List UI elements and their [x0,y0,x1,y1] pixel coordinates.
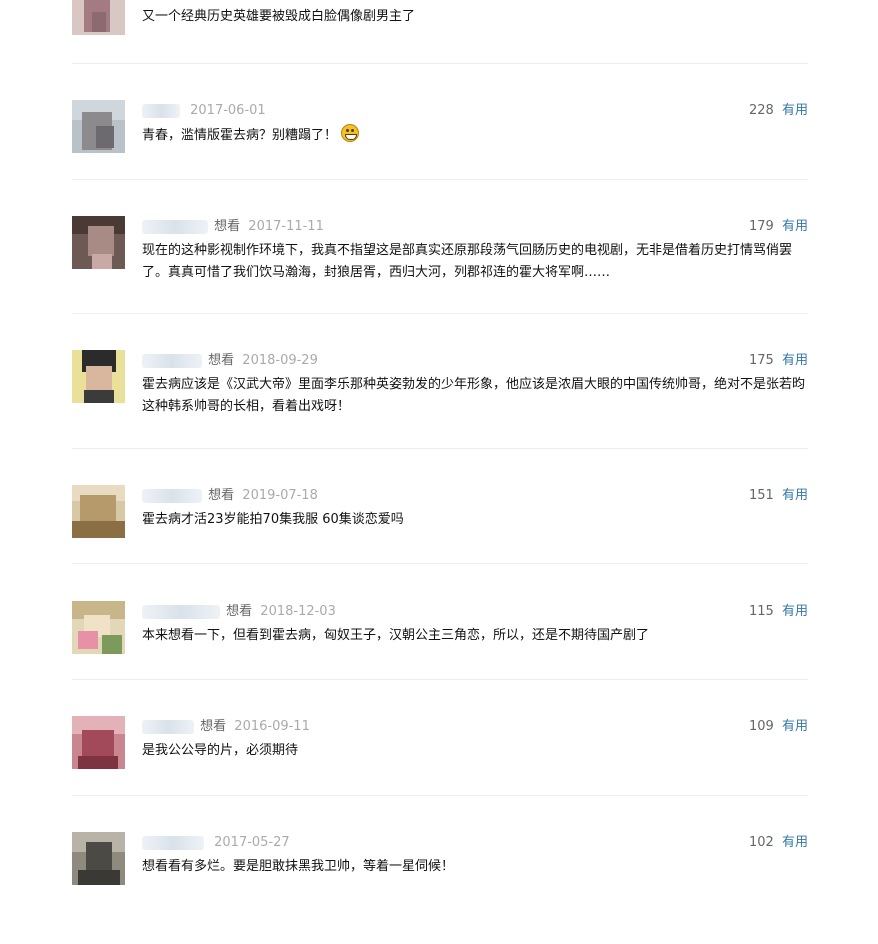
comment-date: 2016-09-11 [234,719,310,734]
comment-item: 2017-06-01 228 有用 青春，滥情版霍去病？别糟蹋了！ [72,100,808,212]
useful-button[interactable]: 有用 [782,488,808,503]
vote-count: 109 [749,719,774,734]
vote-area: 109 有用 [749,718,808,736]
user-avatar[interactable] [72,216,125,269]
comment-text: 是我公公导的片，必须期待 [142,743,299,758]
vote-count: 102 [749,835,774,850]
comment-meta: 想看 2019-07-18 [142,487,318,505]
rating-status: 想看 [208,353,235,368]
useful-button[interactable]: 有用 [782,219,808,234]
divider [72,313,808,314]
divider [72,795,808,796]
vote-area: 102 有用 [749,834,808,852]
comment-item: 想看 2019-07-18 151 有用 霍去病才活23岁能拍70集我服 60集… [72,485,808,597]
comment-item: 想看 2016-09-11 109 有用 是我公公导的片，必须期待 [72,716,808,828]
comment-date: 2019-07-18 [242,488,318,503]
comment-text: 现在的这种影视制作环境下，我真不指望这是部真实还原那段荡气回肠历史的电视剧，无非… [142,243,793,280]
user-avatar[interactable] [72,601,125,654]
useful-button[interactable]: 有用 [782,353,808,368]
vote-count: 179 [749,219,774,234]
comment-date: 2018-12-03 [260,604,336,619]
comment-meta: 想看 2018-09-29 [142,352,318,370]
comment-item: 想看 2018-09-29 175 有用 霍去病应该是《汉武大帝》里面李乐那种英… [72,350,808,462]
comment-meta: 2017-05-27 [142,834,290,852]
useful-button[interactable]: 有用 [782,835,808,850]
comment-text: 霍去病应该是《汉武大帝》里面李乐那种英姿勃发的少年形象，他应该是浓眉大眼的中国传… [142,377,806,414]
divider [72,679,808,680]
vote-area: 175 有用 [749,352,808,370]
useful-button[interactable]: 有用 [782,604,808,619]
username[interactable] [142,219,208,234]
user-avatar[interactable] [72,100,125,153]
comment-text: 想看看有多烂。要是胆敢抹黑我卫帅，等着一星伺候！ [142,859,455,874]
comment-item: 2017-05-27 102 有用 想看看有多烂。要是胆敢抹黑我卫帅，等着一星伺… [72,832,808,944]
username[interactable] [142,353,202,368]
username[interactable] [142,835,204,850]
comment-text: 霍去病才活23岁能拍70集我服 60集谈恋爱吗 [142,512,404,527]
comment-meta: 2017-06-01 [142,102,266,120]
comment-list: 想看 2018-10-20 101 有用 又一个经典历史英雄要被毁成白脸偶像剧男… [0,0,878,900]
comment-item: 想看 2017-11-11 179 有用 现在的这种影视制作环境下，我真不指望这… [72,216,808,328]
comment-meta: 想看 2017-11-11 [142,218,324,236]
comment-meta: 想看 2018-10-20 [142,0,342,2]
divider [72,448,808,449]
rating-status: 想看 [226,604,253,619]
vote-area: 179 有用 [749,218,808,236]
rating-status: 想看 [200,719,227,734]
comment-date: 2017-11-11 [248,219,324,234]
comment-meta: 想看 2018-12-03 [142,603,336,621]
comment-text: 本来想看一下，但看到霍去病，匈奴王子，汉朝公主三角恋，所以，还是不期待国产剧了 [142,628,650,643]
grin-emoji-icon [341,124,360,142]
comment-date: 2018-09-29 [242,353,318,368]
vote-area: 228 有用 [749,102,808,120]
comment-text: 又一个经典历史英雄要被毁成白脸偶像剧男主了 [142,9,416,24]
rating-status: 想看 [208,488,235,503]
vote-area: 115 有用 [749,603,808,621]
divider [72,563,808,564]
user-avatar[interactable] [72,716,125,769]
comment-item: 想看 2018-10-20 101 有用 又一个经典历史英雄要被毁成白脸偶像剧男… [72,0,808,94]
vote-count: 228 [749,103,774,118]
user-avatar[interactable] [72,0,125,35]
username[interactable] [142,719,194,734]
useful-button[interactable]: 有用 [782,103,808,118]
comment-meta: 想看 2016-09-11 [142,718,310,736]
comment-date: 2017-06-01 [190,103,266,118]
vote-count: 175 [749,353,774,368]
vote-area: 151 有用 [749,487,808,505]
user-avatar[interactable] [72,832,125,885]
divider [72,179,808,180]
comment-text: 青春，滥情版霍去病？别糟蹋了！ [142,124,808,147]
username[interactable] [142,103,180,118]
vote-area: 101 有用 [749,0,808,2]
comment-item: 想看 2018-12-03 115 有用 本来想看一下，但看到霍去病，匈奴王子，… [72,601,808,713]
vote-count: 151 [749,488,774,503]
divider [72,63,808,64]
username[interactable] [142,488,202,503]
useful-button[interactable]: 有用 [782,719,808,734]
comment-date: 2017-05-27 [214,835,290,850]
rating-status: 想看 [214,219,241,234]
comment-text-content: 青春，滥情版霍去病？别糟蹋了！ [142,128,338,143]
username[interactable] [142,604,220,619]
user-avatar[interactable] [72,350,125,403]
user-avatar[interactable] [72,485,125,538]
vote-count: 115 [749,604,774,619]
